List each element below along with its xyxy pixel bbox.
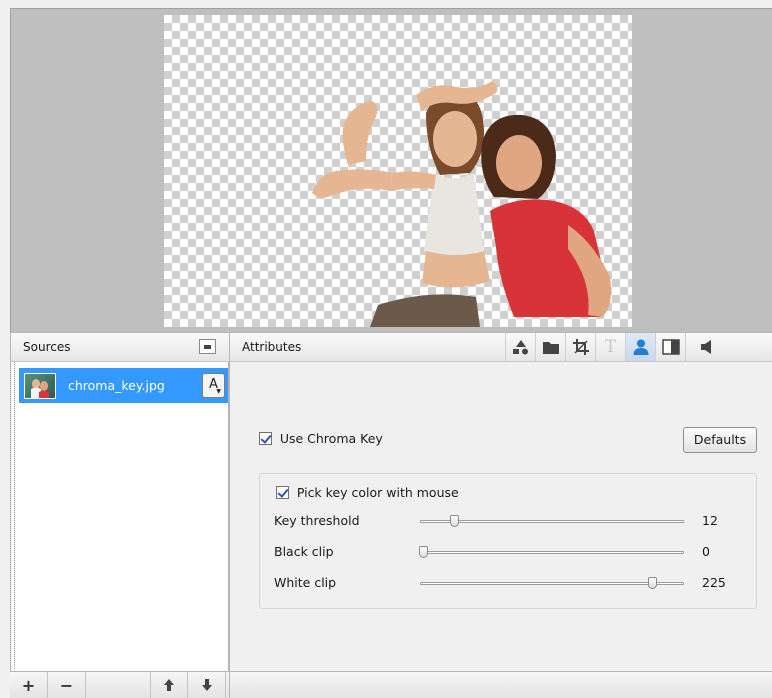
- keyed-photo: [312, 81, 611, 327]
- key-threshold-slider-handle[interactable]: [450, 515, 460, 527]
- white-clip-label: White clip: [274, 575, 337, 590]
- add-icon: +: [21, 675, 36, 695]
- black-clip-slider-handle[interactable]: [418, 546, 428, 558]
- white-clip-value: 225: [702, 575, 726, 590]
- list-item[interactable]: chroma_key.jpg A ▼: [19, 368, 228, 403]
- attributes-panel: Use Chroma Key Defaults Pick key color w…: [229, 362, 772, 671]
- bottom-toolbar: + −: [10, 671, 772, 698]
- image-thumbnail-icon: [31, 379, 49, 398]
- tab-shapes[interactable]: [505, 333, 535, 361]
- tab-crop[interactable]: [565, 333, 595, 361]
- move-down-icon: [201, 679, 212, 691]
- remove-source-button[interactable]: −: [48, 672, 86, 698]
- shapes-icon: [512, 340, 528, 355]
- folder-icon: [542, 342, 559, 354]
- sources-title: Sources: [23, 340, 71, 354]
- defaults-button[interactable]: Defaults: [683, 427, 757, 453]
- move-up-icon: [164, 679, 174, 691]
- attributes-header: Attributes T: [229, 332, 772, 362]
- toolbar-divider: [229, 672, 230, 698]
- source-thumbnail: [24, 373, 56, 399]
- pick-key-color-label: Pick key color with mouse: [296, 485, 459, 500]
- minimize-panel-icon[interactable]: [199, 339, 216, 354]
- pick-key-color-checkbox[interactable]: Pick key color with mouse: [276, 485, 459, 500]
- use-chroma-key-checkbox[interactable]: Use Chroma Key: [259, 431, 383, 446]
- crop-icon: [572, 339, 589, 355]
- key-threshold-label: Key threshold: [274, 513, 360, 528]
- split-panel-icon: [661, 339, 680, 355]
- key-threshold-slider[interactable]: [420, 520, 684, 523]
- preview-area: [10, 8, 772, 332]
- source-name: chroma_key.jpg: [68, 378, 165, 393]
- white-clip-row: White clip 225: [274, 573, 744, 593]
- use-chroma-key-label: Use Chroma Key: [279, 431, 383, 446]
- move-up-button[interactable]: [150, 672, 188, 698]
- sources-header: Sources: [10, 332, 229, 362]
- sources-list[interactable]: chroma_key.jpg A ▼: [10, 362, 229, 671]
- attributes-title: Attributes: [242, 340, 302, 354]
- black-clip-label: Black clip: [274, 544, 334, 559]
- tab-chroma-key[interactable]: [625, 333, 655, 361]
- white-clip-slider-handle[interactable]: [648, 577, 658, 589]
- tab-split-panel[interactable]: [655, 333, 685, 361]
- remove-icon: −: [59, 675, 74, 695]
- person-icon: [633, 339, 648, 355]
- chevron-down-icon: ▼: [216, 388, 221, 395]
- black-clip-row: Black clip 0: [274, 542, 744, 562]
- add-source-button[interactable]: +: [10, 672, 48, 698]
- black-clip-slider[interactable]: [420, 551, 684, 554]
- move-down-button[interactable]: [188, 672, 226, 698]
- tab-text[interactable]: T: [595, 333, 625, 361]
- speaker-icon: [701, 340, 711, 354]
- preview-canvas[interactable]: [164, 15, 632, 327]
- source-type-dropdown[interactable]: A ▼: [202, 373, 225, 398]
- key-threshold-row: Key threshold 12: [274, 511, 744, 531]
- black-clip-value: 0: [702, 544, 710, 559]
- tab-audio[interactable]: [685, 333, 743, 361]
- key-threshold-value: 12: [702, 513, 718, 528]
- chroma-settings-group: Pick key color with mouse Key threshold …: [259, 473, 757, 609]
- white-clip-slider[interactable]: [420, 582, 684, 585]
- text-icon: T: [604, 337, 617, 357]
- checkbox-checked-icon[interactable]: [276, 486, 289, 499]
- checkbox-checked-icon[interactable]: [259, 432, 272, 445]
- tab-folder[interactable]: [535, 333, 565, 361]
